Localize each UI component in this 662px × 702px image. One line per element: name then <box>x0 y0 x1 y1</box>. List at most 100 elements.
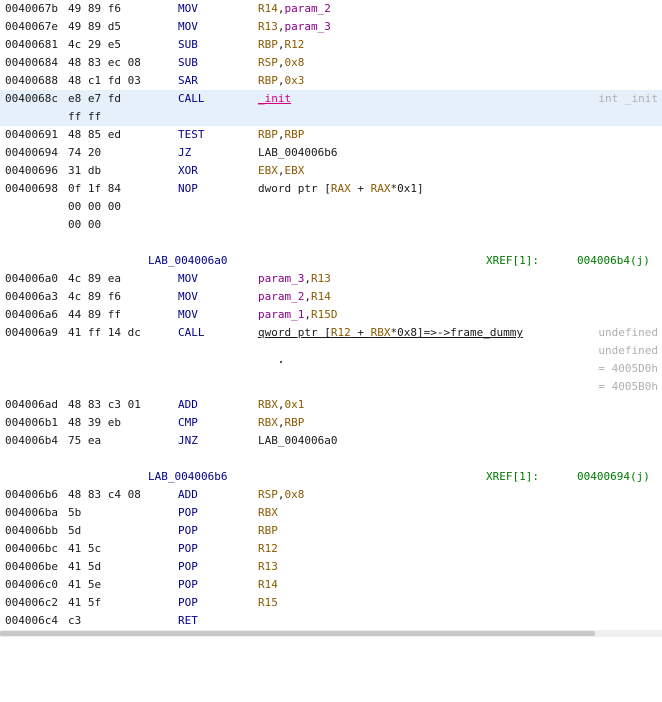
operand[interactable]: R15D <box>311 308 338 321</box>
instruction-row-continuation[interactable]: ff ff <box>0 108 662 126</box>
mnemonic: POP <box>178 596 198 609</box>
label-reference[interactable]: LAB_004006a0 <box>258 434 337 447</box>
operand[interactable]: EBX <box>258 164 278 177</box>
instruction-row[interactable]: 004006c2 41 5f POP R15 <box>0 594 662 612</box>
operand[interactable]: R13 <box>258 20 278 33</box>
operand[interactable]: R13 <box>311 272 331 285</box>
mnemonic: NOP <box>178 182 198 195</box>
instruction-row[interactable]: 004006a3 4c 89 f6 MOV param_2,R14 <box>0 288 662 306</box>
address: 004006a3 <box>5 290 58 303</box>
operand[interactable]: param_2 <box>258 290 304 303</box>
horizontal-scrollbar[interactable] <box>0 630 662 637</box>
instruction-row[interactable]: 004006c0 41 5e POP R14 <box>0 576 662 594</box>
bytes: e8 e7 fd <box>68 92 121 105</box>
operand[interactable]: R15 <box>258 596 278 609</box>
instruction-row[interactable]: 004006a0 4c 89 ea MOV param_3,R13 <box>0 270 662 288</box>
mnemonic: MOV <box>178 290 198 303</box>
comment-row: undefined <box>0 342 662 360</box>
operand[interactable]: R14 <box>258 578 278 591</box>
instruction-row-continuation[interactable]: 00 00 00 <box>0 198 662 216</box>
operand[interactable]: RBX <box>258 416 278 429</box>
label-row[interactable]: LAB_004006b6 XREF[1]: 00400694(j) <box>0 468 662 486</box>
operands[interactable]: qword ptr [R12 + RBX*0x8]=>->frame_dummy <box>258 324 523 342</box>
address: 004006b1 <box>5 416 58 429</box>
disassembly-listing[interactable]: 0040067b 49 89 f6 MOV R14,param_2 004006… <box>0 0 662 630</box>
operand[interactable]: R14 <box>258 2 278 15</box>
operand[interactable]: R12 <box>258 542 278 555</box>
operand[interactable]: param_2 <box>285 2 331 15</box>
instruction-row[interactable]: 00400694 74 20 JZ LAB_004006b6 <box>0 144 662 162</box>
operands: EBX,EBX <box>258 162 304 180</box>
instruction-row[interactable]: 004006c4 c3 RET <box>0 612 662 630</box>
operand[interactable]: R12 <box>285 38 305 51</box>
operand[interactable]: RBX <box>258 506 278 519</box>
xref-label: XREF[1]: <box>486 470 539 483</box>
operand[interactable]: R12 <box>331 326 351 339</box>
mnemonic: ADD <box>178 488 198 501</box>
comment-row: = 4005B0h <box>0 378 662 396</box>
operand[interactable]: RBP <box>258 38 278 51</box>
operand[interactable]: RSP <box>258 488 278 501</box>
bytes: 00 00 <box>68 218 102 231</box>
operand[interactable]: param_1 <box>258 308 304 321</box>
instruction-row[interactable]: 004006b6 48 83 c4 08 ADD RSP,0x8 <box>0 486 662 504</box>
bytes: 48 83 c4 08 <box>68 488 141 501</box>
instruction-row[interactable]: 004006bc 41 5c POP R12 <box>0 540 662 558</box>
instruction-row-selected[interactable]: 0040068c e8 e7 fd CALL _init int _init <box>0 90 662 108</box>
operand[interactable]: 0x1 <box>285 398 305 411</box>
operand-suffix[interactable]: *0x8]=>->frame_dummy <box>390 326 522 339</box>
operand[interactable]: RAX <box>331 182 351 195</box>
bytes: 48 83 ec 08 <box>68 56 141 69</box>
operand[interactable]: R14 <box>311 290 331 303</box>
address: 004006a6 <box>5 308 58 321</box>
operand[interactable]: RBX <box>371 326 391 339</box>
operand[interactable]: RBP <box>258 128 278 141</box>
mnemonic: JZ <box>178 146 192 159</box>
instruction-row[interactable]: 004006ba 5b POP RBX <box>0 504 662 522</box>
instruction-row[interactable]: 004006a6 44 89 ff MOV param_1,R15D <box>0 306 662 324</box>
instruction-row[interactable]: 00400696 31 db XOR EBX,EBX <box>0 162 662 180</box>
bytes: 00 00 00 <box>68 200 121 213</box>
code-label[interactable]: LAB_004006a0 <box>148 252 227 270</box>
xref-link[interactable]: 00400694(j) <box>577 468 650 486</box>
operand[interactable]: RBP <box>285 416 305 429</box>
xref-link[interactable]: 004006b4(j) <box>577 252 650 270</box>
operand[interactable]: EBX <box>285 164 305 177</box>
operand[interactable]: 0x8 <box>285 56 305 69</box>
operand[interactable]: RBP <box>258 524 278 537</box>
mnemonic: CALL <box>178 326 205 339</box>
instruction-row[interactable]: 00400691 48 85 ed TEST RBP,RBP <box>0 126 662 144</box>
operand[interactable]: RBP <box>285 128 305 141</box>
address: 00400691 <box>5 128 58 141</box>
operands: param_1,R15D <box>258 306 337 324</box>
operand[interactable]: param_3 <box>258 272 304 285</box>
instruction-row[interactable]: 004006b1 48 39 eb CMP RBX,RBP <box>0 414 662 432</box>
instruction-row[interactable]: 004006be 41 5d POP R13 <box>0 558 662 576</box>
instruction-row-continuation[interactable]: 00 00 <box>0 216 662 234</box>
instruction-row[interactable]: 0040067e 49 89 d5 MOV R13,param_3 <box>0 18 662 36</box>
instruction-row[interactable]: 004006b4 75 ea JNZ LAB_004006a0 <box>0 432 662 450</box>
instruction-row[interactable]: 004006a9 41 ff 14 dc CALL qword ptr [R12… <box>0 324 662 342</box>
operand[interactable]: RAX <box>371 182 391 195</box>
instruction-row[interactable]: 00400684 48 83 ec 08 SUB RSP,0x8 <box>0 54 662 72</box>
instruction-row[interactable]: 004006bb 5d POP RBP <box>0 522 662 540</box>
scrollbar-thumb[interactable] <box>0 631 595 636</box>
operand[interactable]: R13 <box>258 560 278 573</box>
instruction-row[interactable]: 00400681 4c 29 e5 SUB RBP,R12 <box>0 36 662 54</box>
code-label[interactable]: LAB_004006b6 <box>148 468 227 486</box>
instruction-row[interactable]: 004006ad 48 83 c3 01 ADD RBX,0x1 <box>0 396 662 414</box>
operand[interactable]: 0x3 <box>285 74 305 87</box>
label-row[interactable]: LAB_004006a0 XREF[1]: 004006b4(j) <box>0 252 662 270</box>
label-reference[interactable]: LAB_004006b6 <box>258 146 337 159</box>
instruction-row[interactable]: 00400688 48 c1 fd 03 SAR RBP,0x3 <box>0 72 662 90</box>
operand[interactable]: param_3 <box>285 20 331 33</box>
operand[interactable]: 0x8 <box>285 488 305 501</box>
function-reference[interactable]: _init <box>258 92 291 105</box>
instruction-row[interactable]: 0040067b 49 89 f6 MOV R14,param_2 <box>0 0 662 18</box>
operand[interactable]: RBP <box>258 74 278 87</box>
operand[interactable]: RSP <box>258 56 278 69</box>
operand[interactable]: RBX <box>258 398 278 411</box>
operands: R12 <box>258 540 278 558</box>
address: 004006bc <box>5 542 58 555</box>
instruction-row[interactable]: 00400698 0f 1f 84 NOP dword ptr [RAX + R… <box>0 180 662 198</box>
